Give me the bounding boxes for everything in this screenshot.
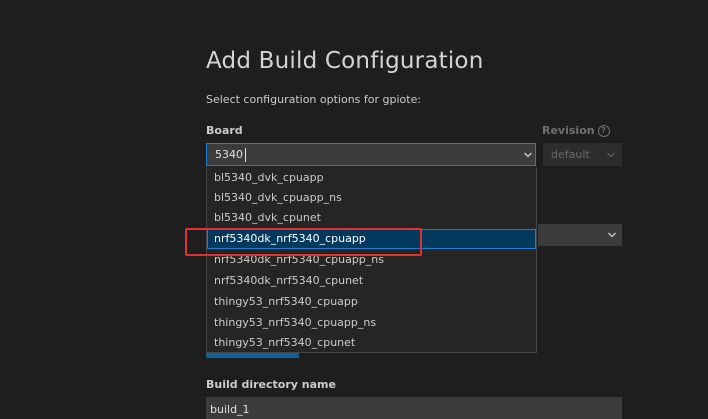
board-option[interactable]: bl5340_dvk_cpunet bbox=[207, 208, 536, 228]
chevron-down-icon[interactable] bbox=[523, 150, 533, 160]
build-directory-input[interactable]: build_1 bbox=[206, 397, 622, 419]
page-subtitle: Select configuration options for gpiote: bbox=[206, 93, 422, 106]
board-dropdown-list: bl5340_dvk_cpuapp bl5340_dvk_cpuapp_ns b… bbox=[206, 167, 537, 353]
question-circle-icon[interactable]: ? bbox=[597, 125, 610, 137]
board-option[interactable]: bl5340_dvk_cpuapp_ns bbox=[207, 188, 536, 208]
board-label: Board bbox=[206, 124, 243, 137]
build-directory-label: Build directory name bbox=[206, 378, 336, 391]
revision-label: Revision? bbox=[542, 124, 610, 137]
annotation-highlight-box bbox=[185, 228, 422, 256]
chevron-down-icon bbox=[608, 232, 616, 238]
board-option[interactable]: thingy53_nrf5340_cpuapp bbox=[207, 292, 536, 312]
board-input-value: 5340 bbox=[215, 148, 243, 161]
revision-select[interactable]: default bbox=[543, 143, 622, 166]
board-input[interactable]: 5340 bbox=[206, 143, 536, 166]
obscured-select[interactable] bbox=[538, 224, 622, 246]
page-title: Add Build Configuration bbox=[206, 48, 484, 74]
board-option[interactable]: bl5340_dvk_cpuapp bbox=[207, 168, 536, 188]
board-option[interactable]: nrf5340dk_nrf5340_cpunet bbox=[207, 271, 536, 291]
board-option[interactable]: thingy53_nrf5340_cpunet bbox=[207, 333, 536, 353]
text-caret bbox=[245, 148, 246, 162]
build-directory-value: build_1 bbox=[210, 403, 250, 416]
chevron-down-icon bbox=[607, 152, 615, 158]
revision-placeholder: default bbox=[551, 148, 590, 161]
board-option[interactable]: thingy53_nrf5340_cpuapp_ns bbox=[207, 313, 536, 333]
